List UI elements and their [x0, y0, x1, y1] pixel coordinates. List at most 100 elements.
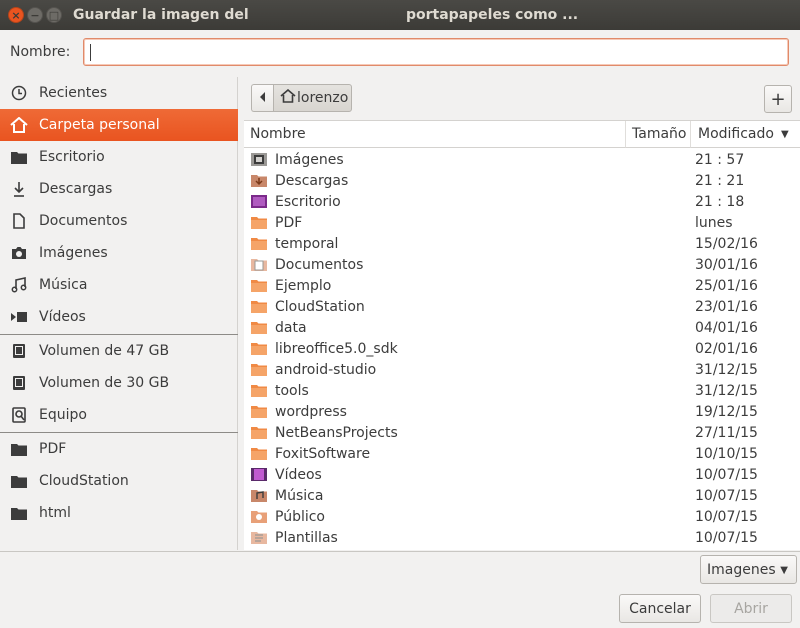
file-modified: 10/07/15	[695, 508, 758, 525]
sidebar-item-pdf[interactable]: PDF	[0, 433, 238, 465]
file-name: Ejemplo	[275, 277, 332, 294]
cancel-button[interactable]: Cancelar	[619, 594, 701, 623]
folder-icon	[251, 320, 267, 335]
column-header-name[interactable]: Nombre	[244, 121, 626, 148]
window-title-continued: portapapeles como ...	[406, 7, 579, 23]
music-folder-icon	[251, 488, 267, 503]
music-icon	[10, 276, 28, 294]
table-row[interactable]: PDF lunes	[244, 212, 800, 233]
sidebar-item-carpeta-personal[interactable]: Carpeta personal	[0, 109, 238, 141]
table-row[interactable]: Descargas 21 : 21	[244, 170, 800, 191]
table-row[interactable]: CloudStation 23/01/16	[244, 296, 800, 317]
table-row[interactable]: Imágenes 21 : 57	[244, 149, 800, 170]
table-row[interactable]: data 04/01/16	[244, 317, 800, 338]
file-modified: 19/12/15	[695, 403, 758, 420]
sidebar-item-escritorio[interactable]: Escritorio	[0, 141, 238, 173]
sidebar-item-html[interactable]: html	[0, 497, 238, 529]
table-row[interactable]: NetBeansProjects 27/11/15	[244, 422, 800, 443]
path-scroll-left-button[interactable]	[251, 84, 273, 112]
table-row[interactable]: Ejemplo 25/01/16	[244, 275, 800, 296]
file-list[interactable]: Nombre Tamaño Modificado ▼ Imágenes 21 : …	[244, 120, 800, 550]
table-row[interactable]: wordpress 19/12/15	[244, 401, 800, 422]
video-icon	[10, 308, 28, 326]
file-modified: 27/11/15	[695, 424, 758, 441]
folder-icon	[251, 446, 267, 461]
sidebar-item-videos[interactable]: Vídeos	[0, 301, 238, 333]
minimize-window-button[interactable]: −	[27, 7, 43, 23]
folder-icon	[251, 425, 267, 440]
bottom-filter-bar	[0, 551, 800, 587]
table-row[interactable]: Vídeos 10/07/15	[244, 464, 800, 485]
clock-icon	[10, 84, 28, 102]
table-row[interactable]: temporal 15/02/16	[244, 233, 800, 254]
table-row[interactable]: tools 31/12/15	[244, 380, 800, 401]
file-modified: 21 : 21	[695, 172, 745, 189]
sidebar-item-descargas[interactable]: Descargas	[0, 173, 238, 205]
sidebar-item-volumen-30[interactable]: Volumen de 30 GB	[0, 367, 238, 399]
public-folder-icon	[251, 509, 267, 524]
column-header-size[interactable]: Tamaño	[626, 121, 691, 148]
sidebar-item-label: Recientes	[39, 85, 108, 101]
open-button[interactable]: Abrir	[710, 594, 792, 623]
file-modified: 10/10/15	[695, 445, 758, 462]
file-modified: 21 : 18	[695, 193, 745, 210]
folder-icon	[251, 362, 267, 377]
close-icon: ×	[11, 8, 21, 22]
maximize-icon: □	[48, 8, 60, 22]
sidebar-item-recientes[interactable]: Recientes	[0, 77, 238, 109]
file-modified: 10/07/15	[695, 529, 758, 546]
file-modified: 02/01/16	[695, 340, 758, 357]
table-row[interactable]: Música 10/07/15	[244, 485, 800, 506]
sidebar-item-cloudstation[interactable]: CloudStation	[0, 465, 238, 497]
sidebar-item-label: Volumen de 30 GB	[39, 375, 170, 391]
file-modified: 31/12/15	[695, 361, 758, 378]
file-name: NetBeansProjects	[275, 424, 398, 441]
table-row[interactable]: Plantillas 10/07/15	[244, 527, 800, 548]
table-row[interactable]: FoxitSoftware 10/10/15	[244, 443, 800, 464]
path-button-home[interactable]: lorenzo	[273, 84, 352, 112]
sidebar-item-label: Música	[39, 277, 88, 293]
sidebar-item-imagenes[interactable]: Imágenes	[0, 237, 238, 269]
folder-icon	[251, 299, 267, 314]
sidebar-item-volumen-47[interactable]: Volumen de 47 GB	[0, 335, 238, 367]
table-row[interactable]: libreoffice5.0_sdk 02/01/16	[244, 338, 800, 359]
text-caret	[90, 44, 91, 61]
plus-icon: +	[770, 88, 786, 110]
sidebar-item-label: Carpeta personal	[39, 117, 160, 133]
create-folder-button[interactable]: +	[764, 85, 792, 113]
file-name: Documentos	[275, 256, 364, 273]
close-window-button[interactable]: ×	[8, 7, 24, 23]
document-icon	[10, 212, 28, 230]
desktop-folder-icon	[251, 194, 267, 209]
file-name: Público	[275, 508, 325, 525]
places-sidebar: Recientes Carpeta personal Escritorio De…	[0, 77, 238, 550]
camera-icon	[10, 244, 28, 262]
file-modified: 30/01/16	[695, 256, 758, 273]
folder-icon	[10, 472, 28, 490]
filename-input[interactable]	[83, 38, 789, 66]
table-row[interactable]: Escritorio 21 : 18	[244, 191, 800, 212]
sidebar-item-musica[interactable]: Música	[0, 269, 238, 301]
folder-icon	[251, 278, 267, 293]
sort-descending-icon: ▼	[780, 128, 789, 140]
file-name: Plantillas	[275, 529, 338, 546]
sidebar-item-documentos[interactable]: Documentos	[0, 205, 238, 237]
table-row[interactable]: Público 10/07/15	[244, 506, 800, 527]
file-name: Escritorio	[275, 193, 341, 210]
sidebar-item-label: Escritorio	[39, 149, 105, 165]
file-name: android-studio	[275, 361, 377, 378]
folder-icon	[10, 440, 28, 458]
maximize-window-button[interactable]: □	[46, 7, 62, 23]
table-row[interactable]: Documentos 30/01/16	[244, 254, 800, 275]
sidebar-item-label: Descargas	[39, 181, 113, 197]
sidebar-item-equipo[interactable]: Equipo	[0, 399, 238, 431]
home-icon	[10, 116, 28, 134]
sidebar-item-label: PDF	[39, 441, 67, 457]
name-label: Nombre:	[10, 44, 71, 60]
file-name: Música	[275, 487, 324, 504]
drive-icon	[10, 374, 28, 392]
table-row[interactable]: android-studio 31/12/15	[244, 359, 800, 380]
sidebar-item-label: Documentos	[39, 213, 128, 229]
column-header-modified[interactable]: Modificado ▼	[691, 121, 800, 148]
file-type-filter[interactable]: Imagenes ▼	[700, 555, 797, 584]
